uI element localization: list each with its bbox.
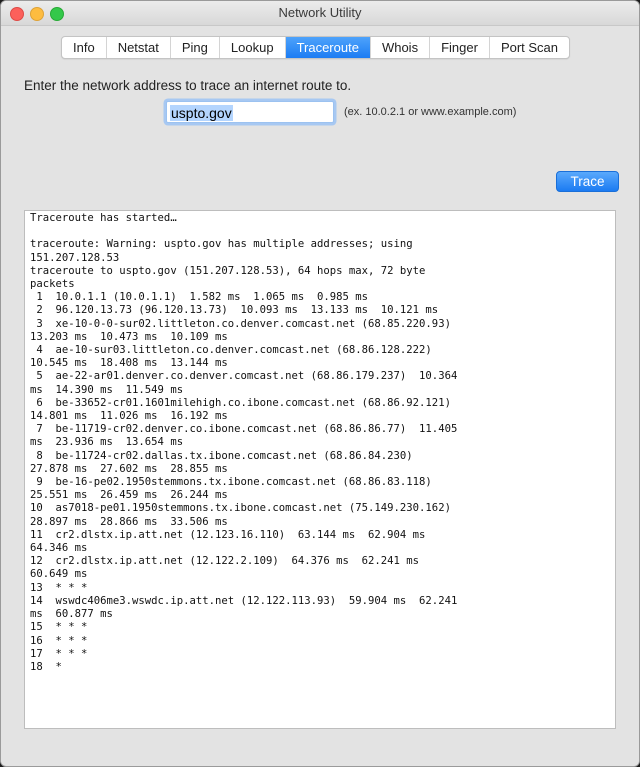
- network-utility-window: Network Utility Info Netstat Ping Lookup…: [0, 0, 640, 767]
- output-line: 7 be-11719-cr02.denver.co.ibone.comcast.…: [36, 423, 458, 436]
- network-address-input[interactable]: uspto.gov: [166, 101, 334, 123]
- address-prompt-label: Enter the network address to trace an in…: [24, 78, 352, 93]
- output-line: ms 23.936 ms 13.654 ms: [30, 436, 184, 449]
- output-line: ms 60.877 ms: [30, 608, 113, 621]
- address-value: uspto.gov: [170, 105, 233, 121]
- output-line: 16 * * *: [30, 634, 88, 647]
- output-line: 28.897 ms 28.866 ms 33.506 ms: [30, 515, 228, 528]
- output-line: 8 be-11724-cr02.dallas.tx.ibone.comcast.…: [36, 449, 413, 462]
- output-line: 4 ae-10-sur03.littleton.co.denver.comcas…: [36, 344, 432, 357]
- output-line: 3 xe-10-0-0-sur02.littleton.co.denver.co…: [36, 317, 451, 330]
- output-line: 64.346 ms: [30, 542, 88, 555]
- tab-ping[interactable]: Ping: [171, 37, 220, 58]
- output-line: packets: [30, 278, 75, 291]
- address-hint: (ex. 10.0.2.1 or www.example.com): [344, 106, 517, 118]
- output-line: traceroute: Warning: uspto.gov has multi…: [30, 238, 413, 251]
- trace-button[interactable]: Trace: [556, 171, 619, 192]
- output-line: 9 be-16-pe02.1950stemmons.tx.ibone.comca…: [36, 476, 432, 489]
- output-line: Traceroute has started…: [30, 212, 177, 224]
- output-line: 60.649 ms: [30, 568, 88, 581]
- output-line: 6 be-33652-cr01.1601milehigh.co.ibone.co…: [36, 396, 451, 409]
- output-line: 14.801 ms 11.026 ms 16.192 ms: [30, 410, 228, 423]
- output-line: 5 ae-22-ar01.denver.co.denver.comcast.ne…: [36, 370, 458, 383]
- tab-port-scan[interactable]: Port Scan: [490, 37, 569, 58]
- tab-traceroute[interactable]: Traceroute: [285, 37, 371, 58]
- title-bar: Network Utility: [1, 1, 639, 26]
- output-line: 10 as7018-pe01.1950stemmons.tx.ibone.com…: [30, 502, 451, 515]
- window-title: Network Utility: [278, 5, 362, 20]
- output-line: 151.207.128.53: [30, 251, 120, 264]
- tab-bar: Info Netstat Ping Lookup Traceroute Whoi…: [61, 36, 571, 59]
- output-line: 15 * * *: [30, 621, 88, 634]
- output-line: 11 cr2.dlstx.ip.att.net (12.123.16.110) …: [30, 528, 426, 541]
- output-line: ms 14.390 ms 11.549 ms: [30, 383, 184, 396]
- output-line: 14 wswdc406me3.wswdc.ip.att.net (12.122.…: [30, 594, 458, 607]
- output-line: 27.878 ms 27.602 ms 28.855 ms: [30, 462, 228, 475]
- output-line: 25.551 ms 26.459 ms 26.244 ms: [30, 489, 228, 502]
- output-line: 1 10.0.1.1 (10.0.1.1) 1.582 ms 1.065 ms …: [36, 291, 369, 304]
- output-line: 10.545 ms 18.408 ms 13.144 ms: [30, 357, 228, 370]
- output-line: 13.203 ms 10.473 ms 10.109 ms: [30, 330, 228, 343]
- tab-lookup[interactable]: Lookup: [220, 37, 286, 58]
- output-line: 2 96.120.13.73 (96.120.13.73) 10.093 ms …: [36, 304, 439, 317]
- output-line: 13 * * *: [30, 581, 88, 594]
- output-line: 12 cr2.dlstx.ip.att.net (12.122.2.109) 6…: [30, 555, 420, 568]
- tab-whois[interactable]: Whois: [371, 37, 431, 58]
- output-line: 18 *: [30, 660, 62, 673]
- traceroute-output[interactable]: Traceroute has started… traceroute: Warn…: [24, 210, 616, 729]
- output-text: Traceroute has started… traceroute: Warn…: [30, 212, 615, 674]
- tab-info[interactable]: Info: [62, 37, 107, 58]
- tab-netstat[interactable]: Netstat: [107, 37, 171, 58]
- tab-finger[interactable]: Finger: [430, 37, 490, 58]
- output-line: 17 * * *: [30, 647, 88, 660]
- output-line: traceroute to uspto.gov (151.207.128.53)…: [30, 264, 426, 277]
